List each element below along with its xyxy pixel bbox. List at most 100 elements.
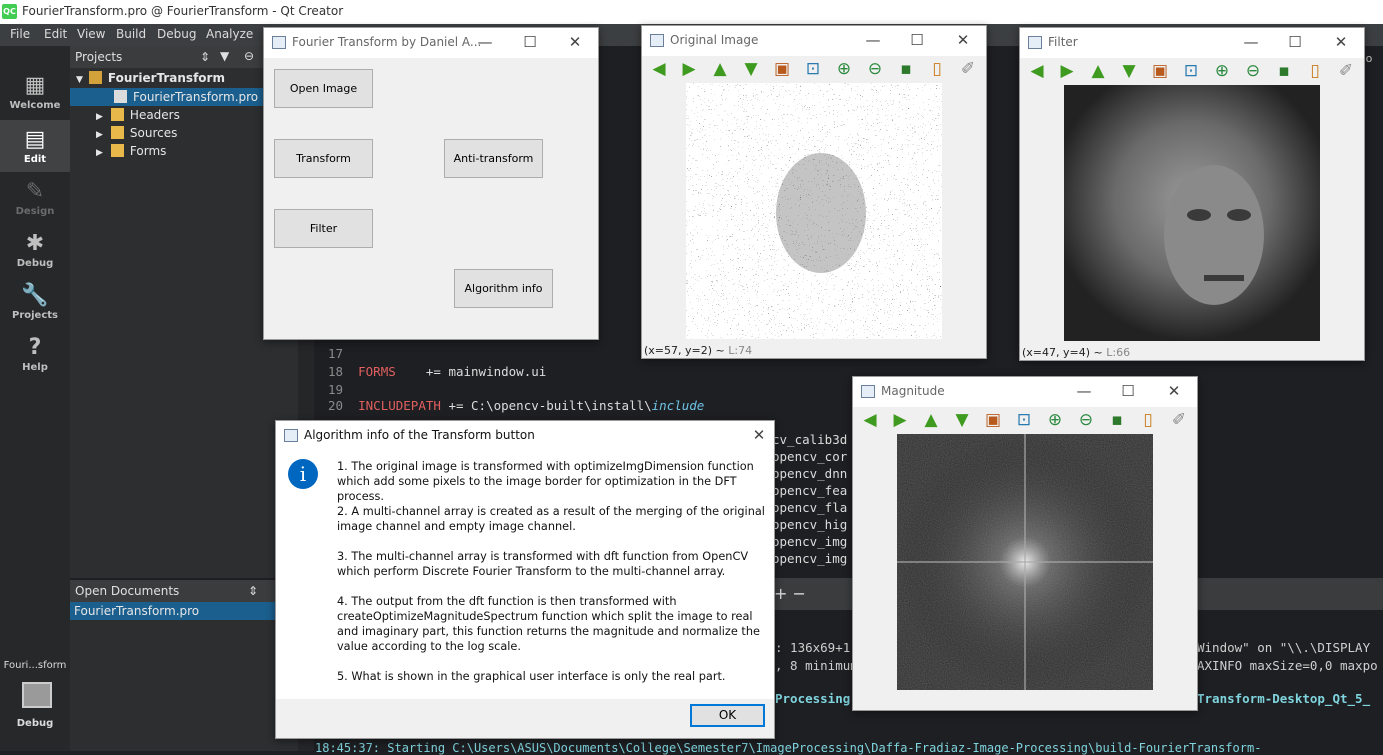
menu-debug[interactable]: Debug	[157, 27, 196, 41]
arrow-left-icon[interactable]: ◀	[1026, 60, 1048, 82]
close-button[interactable]: ✕	[952, 30, 974, 50]
clipboard-icon[interactable]: ▯	[1304, 60, 1326, 82]
filter-window: Filter — ☐ ✕ ◀ ▶ ▲ ▼ ▣ ⊡ ⊕ ⊖ ▪ ▯ ✐ (x=47…	[1019, 27, 1365, 361]
zoom-controls[interactable]: + −	[774, 584, 806, 603]
mode-debug[interactable]: ✱ Debug	[0, 224, 70, 276]
maximize-button[interactable]: ☐	[519, 32, 541, 52]
zoom-in-icon[interactable]: ⊕	[1211, 60, 1233, 82]
close-button[interactable]: ✕	[564, 32, 586, 52]
anti-transform-button[interactable]: Anti-transform	[444, 139, 543, 178]
arrow-down-icon[interactable]: ▼	[951, 409, 973, 431]
clipboard-icon[interactable]: ▯	[1137, 409, 1159, 431]
save-icon[interactable]: ▪	[895, 58, 917, 80]
info-paragraph-2: 2. A multi-channel array is created as a…	[337, 505, 765, 533]
magnitude-titlebar: Magnitude — ☐ ✕	[853, 377, 1197, 407]
minimize-button[interactable]: —	[862, 30, 884, 50]
menu-build[interactable]: Build	[116, 27, 146, 41]
lib-line: opencv_img	[772, 551, 848, 566]
mode-projects[interactable]: 🔧 Projects	[0, 276, 70, 328]
arrow-up-icon[interactable]: ▲	[920, 409, 942, 431]
zoom-in-icon[interactable]: ⊕	[1044, 409, 1066, 431]
tree-item-headers[interactable]: ▶ Headers	[96, 108, 180, 122]
tree-item-forms[interactable]: ▶ Forms	[96, 144, 166, 158]
code-line-18: 18 FORMS += mainwindow.ui	[328, 364, 547, 379]
menu-edit[interactable]: Edit	[44, 27, 67, 41]
ok-button[interactable]: OK	[690, 704, 765, 727]
tree-root[interactable]: ▼ FourierTransform	[76, 71, 225, 85]
mode-help[interactable]: ? Help	[0, 328, 70, 380]
arrow-left-icon[interactable]: ◀	[648, 58, 670, 80]
code-line-19: 19	[328, 382, 344, 397]
arrow-left-icon[interactable]: ◀	[859, 409, 881, 431]
sort-icon[interactable]: ⇕	[200, 50, 210, 64]
tree-item-pro[interactable]: FourierTransform.pro	[114, 90, 258, 104]
mode-label: Edit	[23, 154, 47, 165]
tree-label: FourierTransform.pro	[133, 90, 259, 104]
maximize-button[interactable]: ☐	[1117, 381, 1139, 401]
output-line: 18:45:37: Starting C:\Users\ASUS\Documen…	[315, 741, 1262, 755]
output-line: Transform-Desktop_Qt_5_	[1197, 691, 1371, 706]
info-paragraph-1: 1. The original image is transformed wit…	[337, 460, 754, 503]
brush-icon[interactable]: ✐	[957, 58, 979, 80]
fit-icon[interactable]: ⊡	[1180, 60, 1202, 82]
minimize-button[interactable]: —	[474, 32, 496, 52]
close-button[interactable]: ✕	[748, 425, 770, 445]
save-icon[interactable]: ▪	[1273, 60, 1295, 82]
menu-file[interactable]: File	[10, 27, 30, 41]
monitor-icon[interactable]	[22, 682, 52, 708]
arrow-up-icon[interactable]: ▲	[709, 58, 731, 80]
save-icon[interactable]: ▪	[1106, 409, 1128, 431]
filter-icon[interactable]: ▼	[220, 49, 229, 63]
transform-button[interactable]: Transform	[274, 139, 373, 178]
image-icon[interactable]: ▣	[982, 409, 1004, 431]
tree-item-sources[interactable]: ▶ Sources	[96, 126, 177, 140]
menu-view[interactable]: View	[77, 27, 105, 41]
filter-button[interactable]: Filter	[274, 209, 373, 248]
arrow-down-icon[interactable]: ▼	[1118, 60, 1140, 82]
algorithm-info-button[interactable]: Algorithm info	[454, 269, 553, 308]
close-button[interactable]: ✕	[1330, 32, 1352, 52]
open-documents-pane: Open Documents ⇕ FourierTransform.pro	[70, 580, 298, 751]
image-icon[interactable]: ▣	[1149, 60, 1171, 82]
image-icon[interactable]: ▣	[771, 58, 793, 80]
mode-welcome[interactable]: ▦ Welcome	[0, 66, 70, 118]
brush-icon[interactable]: ✐	[1335, 60, 1357, 82]
info-paragraph-4: 4. The output from the dft function is t…	[337, 595, 760, 653]
fit-icon[interactable]: ⊡	[1013, 409, 1035, 431]
filter-status: (x=47, y=4) ~ L:66	[1022, 346, 1131, 359]
zoom-out-icon[interactable]: ⊖	[864, 58, 886, 80]
zoom-out-icon[interactable]: ⊖	[1242, 60, 1264, 82]
mode-label: Projects	[11, 310, 58, 321]
zoom-in-icon[interactable]: ⊕	[833, 58, 855, 80]
minimize-button[interactable]: —	[1073, 381, 1095, 401]
brush-icon[interactable]: ✐	[1168, 409, 1190, 431]
open-doc-item[interactable]: FourierTransform.pro	[74, 604, 199, 618]
arrow-up-icon[interactable]: ▲	[1087, 60, 1109, 82]
maximize-button[interactable]: ☐	[1284, 32, 1306, 52]
app-icon	[284, 429, 298, 442]
mode-design[interactable]: ✎ Design	[0, 172, 70, 224]
arrow-down-icon[interactable]: ▼	[740, 58, 762, 80]
code-line-20: 20 INCLUDEPATH += C:\opencv-built\instal…	[328, 398, 705, 413]
arrow-right-icon[interactable]: ▶	[1056, 60, 1078, 82]
arrow-right-icon[interactable]: ▶	[889, 409, 911, 431]
zoom-out-icon[interactable]: ⊖	[1075, 409, 1097, 431]
fit-icon[interactable]: ⊡	[802, 58, 824, 80]
filtered-image	[1064, 85, 1320, 341]
noisy-image	[686, 83, 942, 339]
link-icon[interactable]: ⊖	[244, 49, 254, 63]
close-button[interactable]: ✕	[1163, 381, 1185, 401]
clipboard-icon[interactable]: ▯	[926, 58, 948, 80]
menu-analyze[interactable]: Analyze	[206, 27, 253, 41]
minimize-button[interactable]: —	[1240, 32, 1262, 52]
sort-icon[interactable]: ⇕	[248, 584, 258, 598]
mode-label: Help	[22, 362, 48, 373]
lib-line: opencv_cor	[772, 449, 848, 464]
arrow-right-icon[interactable]: ▶	[678, 58, 700, 80]
qt-logo-icon: QC	[2, 4, 17, 19]
open-image-button[interactable]: Open Image	[274, 69, 373, 108]
maximize-button[interactable]: ☐	[906, 30, 928, 50]
mode-edit[interactable]: ▤ Edit	[0, 120, 70, 172]
window-title: FourierTransform.pro @ FourierTransform …	[22, 4, 344, 18]
lib-line: cv_calib3d	[772, 432, 848, 447]
